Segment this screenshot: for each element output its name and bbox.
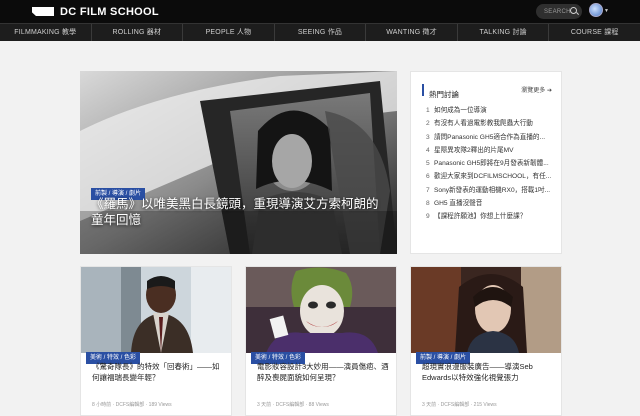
chevron-down-icon[interactable]: ▼ — [604, 8, 609, 14]
panel-title: 熱門討論 — [429, 90, 459, 99]
panel-header: 熱門討論 瀏覽更多 ➔ — [422, 84, 552, 99]
item-text[interactable]: 【課程許願池】你想上什麼課？ — [434, 211, 526, 224]
item-number: 2 — [426, 120, 430, 128]
article-thumbnail[interactable] — [411, 267, 561, 353]
list-item[interactable]: 4 星際異攻隊2釋出的片尾MV — [426, 145, 558, 158]
nav-item-people[interactable]: PEOPLE 人物 — [183, 24, 275, 41]
article-card[interactable]: 前製 / 導演 / 劇片 超現實浪漫服裝廣告——導演Seb Edwards以特效… — [410, 266, 562, 416]
article-thumbnail[interactable] — [246, 267, 396, 353]
item-text[interactable]: Sony新發表的運動相機RX0，搭載1吋... — [434, 185, 550, 198]
list-item[interactable]: 5 Panasonic GH5即將在9月發表新韌體... — [426, 158, 558, 171]
arrow-right-icon: ➔ — [546, 88, 552, 94]
item-text[interactable]: 請問Panasonic GH5適合作為直播的... — [434, 132, 545, 145]
card-title[interactable]: 《驚奇隊長》的特效「回春術」——如何讓福瑞長變年輕？ — [92, 361, 224, 383]
list-item[interactable]: 3 請問Panasonic GH5適合作為直播的... — [426, 132, 558, 145]
item-text[interactable]: 星際異攻隊2釋出的片尾MV — [434, 145, 514, 158]
search-box[interactable]: SEARCH — [536, 4, 582, 19]
item-number: 8 — [426, 200, 430, 208]
logo-text: DC FILM SCHOOL — [60, 5, 159, 18]
item-text[interactable]: 歡迎大家來到DCFILMSCHOOL，有任... — [434, 171, 551, 184]
article-card[interactable]: 美術 / 特效 / 色彩 電影妝容設計3大妙用——演員傷疤、酒醉及喪屍面貌如何呈… — [245, 266, 397, 416]
nav-item-talking[interactable]: TALKING 討論 — [458, 24, 550, 41]
see-more-label: 瀏覽更多 — [521, 88, 546, 94]
avatar[interactable] — [589, 3, 603, 17]
clapperboard-icon — [32, 7, 54, 16]
item-number: 3 — [426, 133, 430, 141]
list-item[interactable]: 1 如何成為一位導演 — [426, 105, 558, 118]
list-item[interactable]: 8 GH5 直播沒聲音 — [426, 198, 558, 211]
top-bar: DC FILM SCHOOL SEARCH ▼ — [0, 0, 640, 23]
nav-item-wanting[interactable]: WANTING 徵才 — [366, 24, 458, 41]
item-text[interactable]: 如何成為一位導演 — [434, 105, 487, 118]
article-card[interactable]: 美術 / 特效 / 色彩 《驚奇隊長》的特效「回春術」——如何讓福瑞長變年輕？ … — [80, 266, 232, 416]
article-thumbnail[interactable] — [81, 267, 231, 353]
item-number: 6 — [426, 173, 430, 181]
discussion-list: 1 如何成為一位導演 2 有沒有人看過電影教我爬蟲大行動 3 請問Panasonic … — [426, 105, 558, 225]
item-number: 4 — [426, 146, 430, 154]
item-number: 5 — [426, 160, 430, 168]
nav-item-rolling[interactable]: ROLLING 器材 — [92, 24, 184, 41]
list-item[interactable]: 6 歡迎大家來到DCFILMSCHOOL，有任... — [426, 171, 558, 184]
list-item[interactable]: 2 有沒有人看過電影教我爬蟲大行動 — [426, 118, 558, 131]
card-meta: 8 小時前 · DCFS編輯部 · 189 Views — [92, 402, 172, 408]
card-title[interactable]: 超現實浪漫服裝廣告——導演Seb Edwards以特效強化視覺張力 — [422, 361, 554, 383]
item-text[interactable]: GH5 直播沒聲音 — [434, 198, 482, 211]
see-more-link[interactable]: 瀏覽更多 ➔ — [521, 85, 552, 94]
popular-discussions-panel: 熱門討論 瀏覽更多 ➔ 1 如何成為一位導演 2 有沒有人看過電影教我爬蟲大行動 3… — [410, 71, 562, 254]
main-nav: FILMMAKING 教學 ROLLING 器材 PEOPLE 人物 SEEIN… — [0, 23, 640, 41]
card-meta: 3 天前 · DCFS編輯部 · 88 Views — [257, 402, 329, 408]
list-item[interactable]: 7 Sony新發表的運動相機RX0，搭載1吋... — [426, 185, 558, 198]
card-title[interactable]: 電影妝容設計3大妙用——演員傷疤、酒醉及喪屍面貌如何呈現？ — [257, 361, 389, 383]
item-number: 9 — [426, 213, 430, 221]
hero-title[interactable]: 《羅馬》以唯美黑白長鏡頭，重現導演艾方索柯朗的童年回憶 — [91, 196, 381, 228]
nav-item-seeing[interactable]: SEEING 作品 — [275, 24, 367, 41]
site-logo[interactable]: DC FILM SCHOOL — [32, 5, 159, 18]
nav-item-filmmaking[interactable]: FILMMAKING 教學 — [0, 24, 92, 41]
nav-item-course[interactable]: COURSE 課程 — [549, 24, 640, 41]
search-label: SEARCH — [544, 8, 571, 15]
item-text[interactable]: Panasonic GH5即將在9月發表新韌體... — [434, 158, 549, 171]
search-icon[interactable] — [570, 7, 577, 14]
item-text[interactable]: 有沒有人看過電影教我爬蟲大行動 — [434, 118, 533, 131]
item-number: 1 — [426, 107, 430, 114]
list-item[interactable]: 9 【課程許願池】你想上什麼課？ — [426, 211, 558, 224]
item-number: 7 — [426, 186, 430, 194]
card-meta: 3 天前 · DCFS編輯部 · 215 Views — [422, 402, 497, 408]
